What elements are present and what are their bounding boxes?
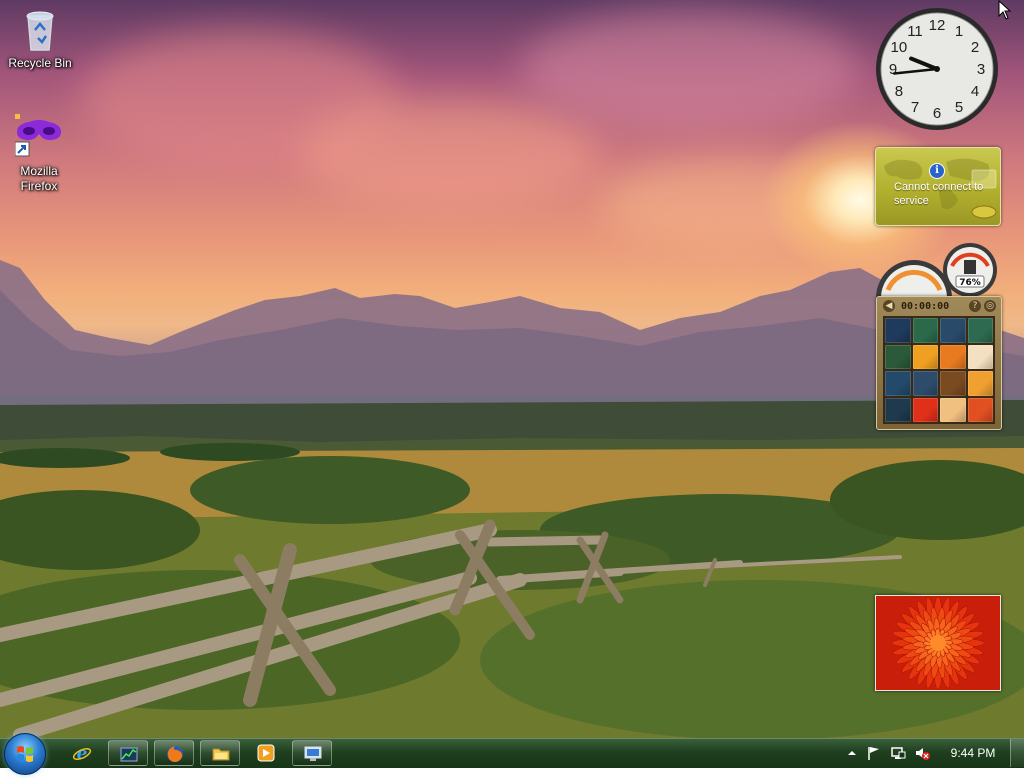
clock-number: 2 [971, 39, 979, 56]
clock-number: 8 [895, 83, 903, 100]
chrysanthemum-photo [876, 596, 1000, 690]
clock-gadget[interactable]: 1 2 3 4 5 6 7 8 9 10 11 12 [874, 6, 1000, 132]
help-icon[interactable]: ? [969, 300, 981, 312]
svg-text:e: e [77, 744, 88, 763]
puzzle-tile[interactable] [967, 397, 993, 422]
puzzle-tile[interactable] [885, 344, 911, 369]
clock-number: 11 [907, 23, 923, 40]
puzzle-tile[interactable] [912, 371, 938, 396]
picture-puzzle-gadget[interactable]: ◀ 00:00:00 ? ◎ [876, 296, 1002, 430]
taskbar-media-player[interactable] [246, 740, 286, 766]
puzzle-tile[interactable] [940, 318, 966, 343]
clock-number: 1 [955, 23, 963, 40]
clock-number: 6 [933, 105, 941, 122]
taskbar: e 9:44 PM [0, 733, 1024, 775]
mouse-cursor [998, 0, 1012, 24]
windows-logo-icon [17, 746, 33, 762]
volume-muted-icon[interactable] [914, 745, 930, 761]
info-icon: i [929, 163, 945, 179]
system-tray [842, 739, 938, 767]
puzzle-timer: 00:00:00 [901, 301, 950, 312]
puzzle-tile[interactable] [940, 344, 966, 369]
puzzle-tile[interactable] [885, 397, 911, 422]
chevron-up-icon[interactable] [844, 745, 860, 761]
taskbar-windows-explorer[interactable] [200, 740, 240, 766]
firefox-icon [167, 746, 183, 762]
clock-number: 9 [889, 61, 897, 78]
network-icon[interactable] [890, 745, 906, 761]
memory-chip-icon [964, 260, 976, 274]
show-desktop-button[interactable] [1010, 739, 1024, 767]
slideshow-gadget[interactable] [875, 595, 1001, 691]
clock-number: 7 [911, 99, 919, 116]
folder-icon [212, 748, 230, 761]
puzzle-tile-grid[interactable] [883, 316, 995, 424]
flag-icon[interactable] [866, 745, 882, 761]
landscape-scenery [0, 260, 1024, 738]
clock-face: 1234567891011 12 [876, 8, 998, 130]
puzzle-tile[interactable] [912, 397, 938, 422]
monitor-icon [304, 746, 322, 761]
desktop-wallpaper [0, 0, 1024, 738]
taskbar-remote-desktop[interactable] [292, 740, 332, 766]
desktop-icon-recycle-bin[interactable]: Recycle Bin [2, 6, 78, 71]
ie-icon: e [72, 744, 92, 763]
desktop-icon-firefox[interactable]: Mozilla Firefox [1, 114, 77, 194]
firefox-shortcut-icon [14, 114, 63, 162]
picture-select-icon[interactable]: ◎ [984, 300, 996, 312]
puzzle-tile[interactable] [912, 318, 938, 343]
memory-percent-label: 76% [959, 278, 981, 288]
taskbar-performance-monitor[interactable] [108, 740, 148, 766]
back-arrow-icon[interactable]: ◀ [883, 300, 895, 312]
clock-number: 10 [891, 39, 908, 56]
play-icon [257, 744, 275, 762]
taskbar-clock[interactable]: 9:44 PM [940, 739, 1006, 767]
start-button[interactable] [4, 733, 46, 775]
clock-number: 5 [955, 99, 963, 116]
taskbar-internet-explorer[interactable]: e [62, 740, 102, 766]
puzzle-tile[interactable] [940, 371, 966, 396]
cpu-meter-gadget[interactable]: 76% [876, 242, 1000, 336]
puzzle-tile[interactable] [967, 344, 993, 369]
puzzle-tile[interactable] [912, 344, 938, 369]
puzzle-tile[interactable] [885, 371, 911, 396]
clock-number: 3 [977, 61, 985, 78]
clock-number: 12 [929, 17, 946, 34]
weather-status-message: Cannot connect to service [894, 181, 984, 207]
puzzle-tile[interactable] [967, 318, 993, 343]
desktop-icon-label: Mozilla Firefox [20, 164, 58, 193]
puzzle-tile[interactable] [940, 397, 966, 422]
puzzle-tile[interactable] [967, 371, 993, 396]
desktop-icon-label: Recycle Bin [8, 56, 72, 70]
taskbar-firefox[interactable] [154, 740, 194, 766]
puzzle-tile[interactable] [885, 318, 911, 343]
weather-gadget[interactable]: i Cannot connect to service [875, 147, 1001, 226]
chart-icon [120, 747, 138, 762]
clock-number: 4 [971, 83, 979, 100]
recycle-bin-icon [16, 6, 64, 54]
